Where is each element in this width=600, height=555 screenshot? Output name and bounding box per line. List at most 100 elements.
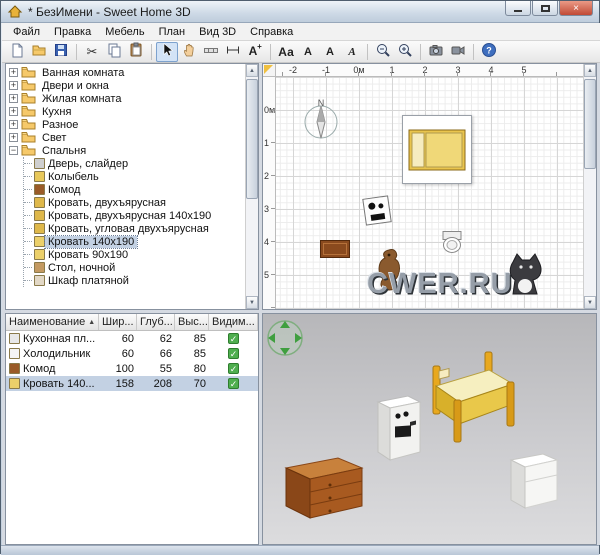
catalog-scrollbar[interactable]: ▲ ▼ [245, 64, 258, 309]
save-button[interactable] [50, 42, 72, 62]
select-tool-button[interactable] [156, 42, 178, 62]
bed-plan-item[interactable] [402, 115, 472, 184]
catalog-item[interactable]: Дверь, слайдер [24, 157, 245, 170]
expand-icon[interactable]: + [9, 81, 18, 90]
paste-button[interactable] [125, 42, 147, 62]
cut-button[interactable]: ✂ [81, 42, 103, 62]
menu-1[interactable]: Файл [6, 24, 47, 40]
window-controls: × [504, 1, 593, 16]
furniture-visible-cell[interactable]: ✓ [209, 378, 258, 389]
table-row[interactable]: Комод1005580✓ [6, 361, 258, 376]
column-header[interactable]: Шир... [99, 314, 137, 330]
catalog-category[interactable]: + Разное [9, 118, 245, 131]
column-header[interactable]: Выс... [175, 314, 209, 330]
catalog-category[interactable]: +Кухня [9, 105, 245, 118]
expand-icon[interactable]: + [9, 107, 18, 116]
decrease-text-size-button[interactable]: А [297, 42, 319, 62]
scrollbar-thumb[interactable] [584, 79, 596, 169]
scroll-up-icon[interactable]: ▲ [246, 64, 258, 77]
new-plan-button[interactable] [6, 42, 28, 62]
create-photo-button[interactable] [425, 42, 447, 62]
plan-scrollbar[interactable]: ▲ ▼ [583, 64, 596, 309]
scroll-up-icon[interactable]: ▲ [584, 64, 596, 77]
folder-icon [21, 131, 37, 144]
window-title: * БезИмени - Sweet Home 3D [28, 5, 191, 19]
menu-2[interactable]: Правка [47, 24, 98, 40]
catalog-item[interactable]: Кровать, двухъярусная 140x190 [24, 209, 245, 222]
dimension-icon [225, 42, 241, 61]
catalog-category-label: Свет [39, 132, 69, 144]
view-3d-panel[interactable] [262, 313, 597, 545]
catalog-item[interactable]: Комод [24, 183, 245, 196]
expand-icon[interactable]: + [9, 133, 18, 142]
catalog-item-label: Шкаф платяной [45, 275, 132, 287]
dresser-plan-item[interactable] [320, 240, 350, 258]
catalog-category[interactable]: +Жилая комната [9, 92, 245, 105]
catalog-item[interactable]: Кровать 90x190 [24, 248, 245, 261]
horizontal-splitter[interactable] [5, 310, 259, 313]
title-bar[interactable]: * БезИмени - Sweet Home 3D × [1, 1, 599, 23]
furniture-visible-cell[interactable]: ✓ [209, 348, 258, 359]
catalog-category[interactable]: +Двери и окна [9, 79, 245, 92]
catalog-item[interactable]: Шкаф платяной [24, 274, 245, 287]
catalog-item[interactable]: Колыбель [24, 170, 245, 183]
scrollbar-thumb[interactable] [246, 79, 258, 199]
italic-button[interactable]: А [341, 42, 363, 62]
navigation-control-icon[interactable] [265, 318, 305, 361]
stove-plan-item[interactable] [362, 195, 392, 225]
menu-4[interactable]: План [152, 24, 193, 40]
compass-icon[interactable]: N [299, 97, 343, 144]
furniture-visible-cell[interactable]: ✓ [209, 333, 258, 344]
scroll-down-icon[interactable]: ▼ [246, 296, 258, 309]
column-header[interactable]: Глуб... [137, 314, 175, 330]
furniture-visible-cell[interactable]: ✓ [209, 363, 258, 374]
menu-3[interactable]: Мебель [98, 24, 151, 40]
add-text-button[interactable]: A+ [244, 42, 266, 62]
copy-button[interactable] [103, 42, 125, 62]
help-button[interactable]: ? [478, 42, 500, 62]
dresser-3d-object [280, 452, 366, 525]
plan-view-panel[interactable]: -2-10м12345 0м12345 N [262, 63, 597, 310]
catalog-category[interactable]: −Спальня [9, 144, 245, 157]
table-row[interactable]: Кровать 140...15820870✓ [6, 376, 258, 391]
zoom-in-button[interactable] [394, 42, 416, 62]
catalog-category-label: Разное [39, 119, 81, 131]
create-dimensions-button[interactable] [222, 42, 244, 62]
open-button[interactable] [28, 42, 50, 62]
minimize-button[interactable] [505, 1, 531, 16]
toilet-plan-item[interactable] [440, 230, 464, 257]
bold-button-label: А [326, 46, 334, 58]
catalog-item[interactable]: Кровать 140x190 [24, 235, 245, 248]
catalog-item[interactable]: Кровать, двухъярусная [24, 196, 245, 209]
create-video-button[interactable] [447, 42, 469, 62]
paste-icon [128, 42, 144, 61]
maximize-button[interactable] [532, 1, 558, 16]
zoom-out-button[interactable] [372, 42, 394, 62]
save-icon [53, 42, 69, 61]
v-ruler-label: 3 [264, 204, 269, 214]
bold-button[interactable]: А [319, 42, 341, 62]
table-row[interactable]: Холодильник606685✓ [6, 346, 258, 361]
collapse-icon[interactable]: − [9, 146, 18, 155]
catalog-category[interactable]: +Ванная комната [9, 66, 245, 79]
menu-6[interactable]: Справка [243, 24, 300, 40]
create-walls-button[interactable] [200, 42, 222, 62]
expand-icon[interactable]: + [9, 94, 18, 103]
table-row[interactable]: Кухонная пл...606285✓ [6, 331, 258, 346]
increase-text-size-button[interactable]: Аа [275, 42, 297, 62]
scroll-down-icon[interactable]: ▼ [584, 296, 596, 309]
column-header[interactable]: Наименование▲ [6, 314, 99, 330]
catalog-category[interactable]: + Свет [9, 131, 245, 144]
catalog-item[interactable]: Стол, ночной [24, 261, 245, 274]
watermark-text: CWER.RU [367, 268, 513, 301]
vertical-splitter[interactable] [259, 63, 262, 545]
menu-5[interactable]: Вид 3D [192, 24, 243, 40]
column-header[interactable]: Видим... [209, 314, 258, 330]
furniture-thumbnail-icon [34, 262, 45, 273]
expand-icon[interactable]: + [9, 120, 18, 129]
catalog-item[interactable]: Кровать, угловая двухъярусная [24, 222, 245, 235]
expand-icon[interactable]: + [9, 68, 18, 77]
pan-tool-button[interactable] [178, 42, 200, 62]
close-button[interactable]: × [559, 1, 593, 16]
h-ruler-label: -1 [322, 65, 330, 75]
